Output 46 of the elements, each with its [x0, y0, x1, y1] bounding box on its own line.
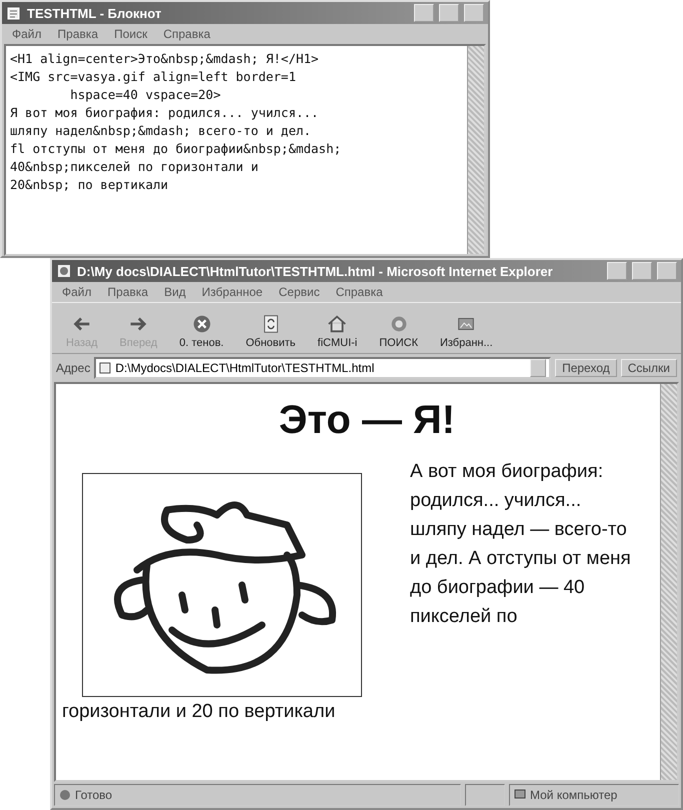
menu-item[interactable]: Файл	[62, 285, 92, 299]
window-title: D:\My docs\DIALECT\HtmlTutor\TESTHTML.html - Microsoft Internet Explorer	[77, 264, 554, 278]
menu-item[interactable]: Вид	[164, 285, 186, 299]
close-button[interactable]	[657, 262, 677, 280]
minimize-button[interactable]	[607, 262, 627, 280]
window-title: TESTHTML - Блокнот	[27, 6, 162, 20]
notepad-icon	[6, 5, 22, 21]
menu-item[interactable]: Справка	[163, 27, 210, 41]
toolbar-button[interactable]: Избранн...	[434, 311, 499, 351]
code-line: Я вот моя биография: родился... учился...	[10, 104, 320, 122]
computer-icon	[514, 789, 526, 801]
code-line: 20&nbsp; по вертикали	[10, 176, 170, 194]
toolbar-button[interactable]: 0. тенов.	[173, 311, 230, 351]
code-line: <IMG src=vasya.gif align=left border=1	[10, 68, 297, 86]
menu-item[interactable]: Сервис	[278, 285, 320, 299]
page-heading: Это — Я!	[278, 398, 456, 443]
toolbar-button[interactable]: Обновить	[240, 311, 302, 351]
address-field[interactable]: D:\Mydocs\DIALECT\HtmlTutor\TESTHTML.html	[94, 357, 552, 379]
scrollbar[interactable]	[660, 384, 677, 780]
menu-item[interactable]: Файл	[12, 27, 42, 41]
maximize-button[interactable]	[632, 262, 652, 280]
code-line: шляпу надел&nbsp;&mdash; всего-то и дел.	[10, 122, 312, 140]
code-line: 40&nbsp;пикселей по горизонтали и	[10, 158, 260, 176]
address-label: Адрес	[56, 361, 90, 375]
scrollbar[interactable]	[467, 46, 484, 254]
home-icon	[326, 313, 348, 335]
menu-item[interactable]: Избранное	[202, 285, 263, 299]
toolbar-button[interactable]: fiCMUI-i	[312, 311, 364, 351]
go-button[interactable]: Переход	[555, 359, 617, 377]
paragraph: горизонтали и 20 по вертикали	[62, 700, 336, 724]
close-button[interactable]	[464, 4, 484, 22]
zone-indicator: Мой компьютер	[509, 784, 679, 806]
menu-item[interactable]: Справка	[336, 285, 383, 299]
status-text: Готово	[54, 784, 461, 806]
maximize-button[interactable]	[439, 4, 459, 22]
status-pane	[465, 784, 505, 806]
code-line: hspace=40 vspace=20>	[69, 86, 222, 104]
paragraph: А вот моя биография: родился... учился... шляпу надел — всего-то и дел. А отступы от меня до биографии — 40 пикселей по	[410, 460, 632, 629]
links-button[interactable]: Ссылки	[620, 359, 677, 377]
menu-item[interactable]: Поиск	[114, 27, 148, 41]
code-line: fl отступы от меня до биографии&nbsp;&mdash;	[10, 140, 342, 158]
menu-item[interactable]: Правка	[58, 27, 98, 41]
minimize-button[interactable]	[414, 4, 434, 22]
menu-item[interactable]: Правка	[108, 285, 148, 299]
code-line: <H1 align=center>Это&nbsp;&mdash; Я!</H1>	[10, 50, 320, 68]
toolbar-button[interactable]: ПОИСК	[373, 311, 424, 351]
